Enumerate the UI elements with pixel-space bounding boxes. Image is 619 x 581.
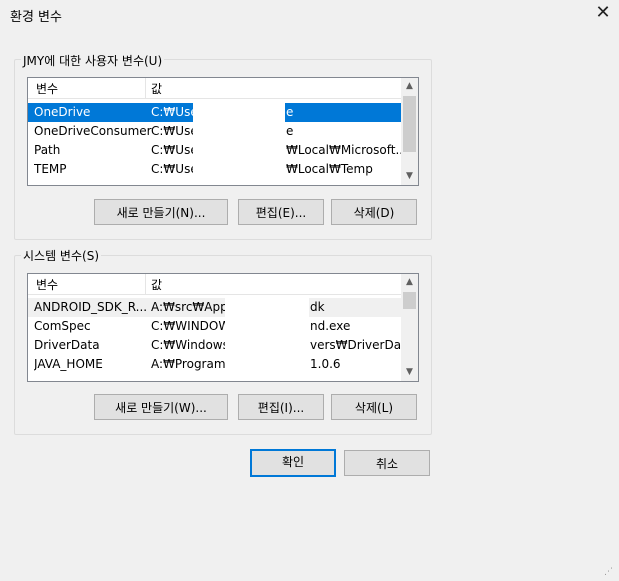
close-icon[interactable]: ✕ (594, 4, 612, 22)
var-name: TEMP (34, 162, 67, 176)
table-row[interactable]: ANDROID_SDK_R... A:₩src₩AppD dk (28, 298, 401, 317)
redaction-block (193, 99, 285, 185)
system-vars-label: 시스템 변수(S) (21, 247, 101, 264)
var-value-tail: 1.0.6 (310, 357, 341, 371)
var-name: JAVA_HOME (34, 357, 103, 371)
var-value: C:₩WINDOW (151, 319, 231, 333)
column-header-value[interactable]: 값 (151, 80, 162, 97)
var-value-tail: ₩Local₩Temp (286, 162, 373, 176)
scroll-down-icon[interactable]: ▼ (401, 364, 418, 381)
table-row[interactable]: JAVA_HOME A:₩Program F 1.0.6 (28, 355, 401, 374)
system-new-button[interactable]: 새로 만들기(W)... (94, 394, 228, 420)
user-vars-label: JMY에 대한 사용자 변수(U) (21, 52, 165, 69)
scroll-thumb[interactable] (403, 292, 416, 309)
list-header: 변수 값 (28, 274, 401, 295)
system-vars-list[interactable]: 변수 값 ANDROID_SDK_R... A:₩src₩AppD dk Com… (27, 273, 419, 382)
var-name: OneDrive (34, 105, 91, 119)
user-edit-button[interactable]: 편집(E)... (238, 199, 324, 225)
table-row[interactable]: DriverData C:₩Windows₩ vers₩DriverData (28, 336, 413, 355)
var-value-tail: e (286, 124, 294, 138)
list-header: 변수 값 (28, 78, 401, 99)
var-value-tail: vers₩DriverData (310, 338, 414, 352)
var-value-tail: dk (310, 300, 325, 314)
var-name: ANDROID_SDK_R... (34, 300, 148, 314)
column-header-name[interactable]: 변수 (36, 80, 58, 97)
ok-button[interactable]: 확인 (250, 449, 336, 477)
scroll-up-icon[interactable]: ▲ (401, 78, 418, 95)
var-value-tail: e (286, 105, 294, 119)
system-edit-button[interactable]: 편집(I)... (238, 394, 324, 420)
resize-grip-icon[interactable]: ⋰ (604, 566, 616, 578)
scroll-up-icon[interactable]: ▲ (401, 274, 418, 291)
user-delete-button[interactable]: 삭제(D) (331, 199, 417, 225)
scroll-thumb[interactable] (403, 96, 416, 152)
table-row[interactable]: ComSpec C:₩WINDOW nd.exe (28, 317, 401, 336)
var-value: A:₩Program F (151, 357, 237, 371)
var-value-tail: ₩Local₩Microsoft... (286, 143, 407, 157)
var-name: DriverData (34, 338, 100, 352)
redaction-block (225, 295, 309, 381)
var-name: OneDriveConsumer (34, 124, 152, 138)
user-new-button[interactable]: 새로 만들기(N)... (94, 199, 228, 225)
var-name: ComSpec (34, 319, 91, 333)
column-header-value[interactable]: 값 (151, 276, 162, 293)
scroll-down-icon[interactable]: ▼ (401, 168, 418, 185)
column-header-name[interactable]: 변수 (36, 276, 58, 293)
vertical-scrollbar[interactable]: ▲ ▼ (401, 274, 418, 381)
user-vars-list[interactable]: 변수 값 OneDrive C:₩User e OneDriveConsumer… (27, 77, 419, 186)
var-value-tail: nd.exe (310, 319, 351, 333)
cancel-button[interactable]: 취소 (344, 450, 430, 476)
vertical-scrollbar[interactable]: ▲ ▼ (401, 78, 418, 185)
window-title: 환경 변수 (10, 10, 62, 25)
var-name: Path (34, 143, 61, 157)
system-delete-button[interactable]: 삭제(L) (331, 394, 417, 420)
